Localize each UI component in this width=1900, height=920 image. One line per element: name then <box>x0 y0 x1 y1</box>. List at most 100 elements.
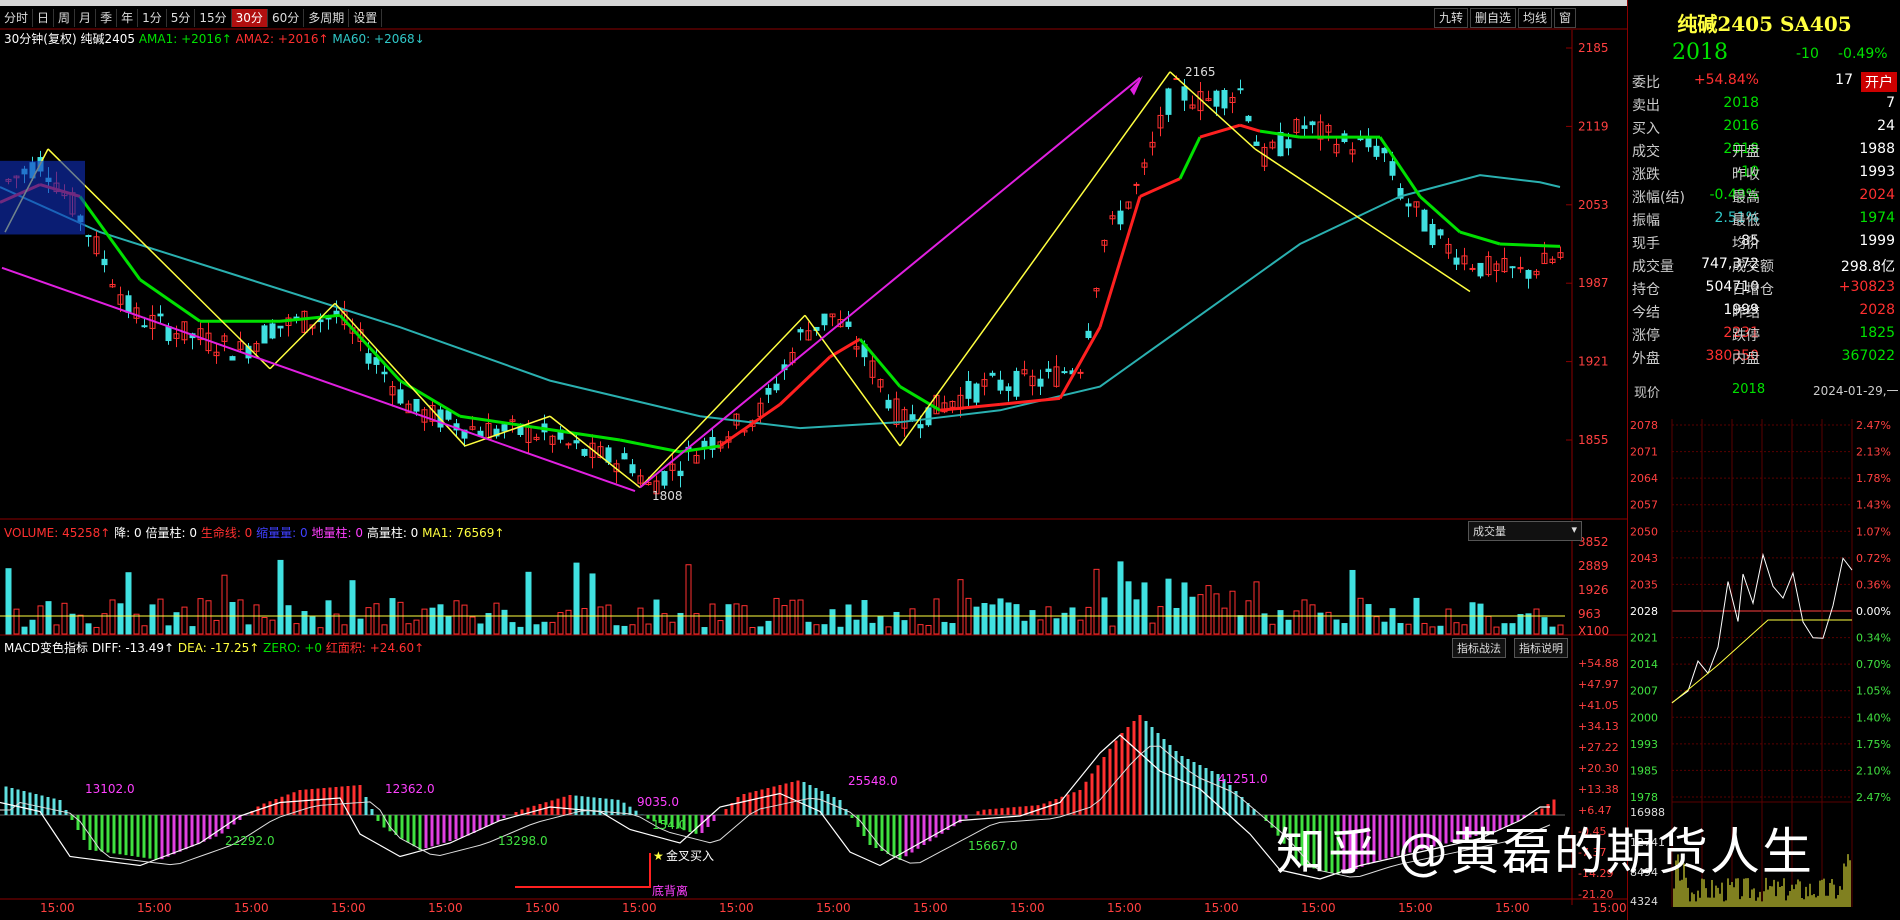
quote-price-row: 2018 -10 -0.49% <box>1628 40 1900 66</box>
ama-segment <box>1499 242 1561 248</box>
volume-indicator-dropdown[interactable]: 成交量 ▾ <box>1468 521 1582 541</box>
volume-bar <box>1341 623 1348 635</box>
candle-body <box>101 258 108 266</box>
candle-body <box>797 329 804 333</box>
volume-bar <box>909 608 916 635</box>
volume-bar <box>789 599 796 635</box>
candle-body <box>581 448 588 456</box>
volume-bar <box>93 626 100 635</box>
volume-bar <box>1117 561 1124 635</box>
volume-bar <box>29 619 36 635</box>
dropdown-label: 成交量 <box>1473 525 1506 538</box>
volume-bar <box>533 624 540 635</box>
volume-bar <box>1429 626 1436 635</box>
time-tick-label: 15:00 <box>40 901 75 915</box>
candle-body <box>1237 88 1244 91</box>
quote-row-value2: 1825 <box>1859 325 1895 341</box>
candle-body <box>821 313 828 326</box>
chart-canvas[interactable]: 2185 2119 2053 1987 1921 1855 2165 1808 3852 2889… <box>0 0 1627 920</box>
mini-price-tick: 1985 <box>1630 764 1658 777</box>
volume-bar <box>1213 593 1220 635</box>
quote-row-label2: 均价 <box>1732 236 1760 252</box>
volume-bar <box>341 624 348 635</box>
volume-bar <box>1445 608 1452 635</box>
quote-last-price: 2018 <box>1672 40 1728 65</box>
volume-bar <box>1125 581 1132 635</box>
macd-header: MACD变色指标 DIFF: -13.49↑ DEA: -17.25↑ ZERO… <box>4 639 424 656</box>
volume-bar <box>1405 623 1412 635</box>
mini-price-tick: 2078 <box>1630 419 1658 432</box>
indicator-help-button[interactable]: 指标说明 <box>1514 638 1568 658</box>
volume-diliang: 地量柱: 0 <box>311 526 363 540</box>
quote-row-label: 涨停 <box>1632 328 1660 344</box>
candle-body <box>997 379 1004 391</box>
macd-tick-label: +41.05 <box>1578 699 1619 712</box>
candle-body <box>157 313 164 317</box>
volume-bar <box>109 599 116 635</box>
mini-price-tick: 1993 <box>1630 738 1658 751</box>
volume-bar <box>189 626 196 635</box>
candle-body <box>261 325 268 344</box>
candle-body <box>125 295 132 313</box>
volume-bar <box>1021 620 1028 635</box>
volume-bar <box>141 625 148 635</box>
volume-bar <box>1277 610 1284 635</box>
volume-tick-label: 963 <box>1578 607 1601 621</box>
volume-bar <box>1053 618 1060 635</box>
volume-suoliang: 缩量量: 0 <box>256 526 308 540</box>
volume-bar <box>1557 624 1564 635</box>
volume-bar <box>1037 619 1044 635</box>
volume-bar <box>1509 623 1516 635</box>
quote-row-label: 振幅 <box>1632 213 1660 229</box>
volume-bar <box>845 604 852 635</box>
quote-row-value2: 1999 <box>1859 233 1895 249</box>
volume-bar <box>1349 569 1356 635</box>
volume-bar <box>1309 604 1316 635</box>
volume-bar <box>421 608 428 635</box>
candle-body <box>1077 371 1084 374</box>
volume-bar <box>597 606 604 635</box>
volume-bar <box>949 623 956 635</box>
time-tick-label: 15:00 <box>234 901 269 915</box>
volume-bar <box>1245 600 1252 635</box>
chevron-down-icon: ▾ <box>1571 523 1577 536</box>
volume-value: VOLUME: 45258↑ <box>4 526 111 540</box>
indicator-tactics-button[interactable]: 指标战法 <box>1452 638 1506 658</box>
volume-tick-label: 1926 <box>1578 583 1609 597</box>
volume-bar <box>229 602 236 635</box>
candle-body <box>1085 330 1092 338</box>
mini-pct-tick: 0.34% <box>1856 632 1891 645</box>
time-tick-label: 15:00 <box>525 901 560 915</box>
candle-body <box>1013 370 1020 397</box>
volume-bar <box>1237 615 1244 635</box>
volume-bar <box>653 599 660 635</box>
volume-bar <box>37 605 44 635</box>
quote-row-label: 卖出 <box>1632 98 1660 114</box>
volume-bar <box>957 579 964 635</box>
quote-row-label: 持仓 <box>1632 282 1660 298</box>
volume-bar <box>181 606 188 635</box>
candle-body <box>565 443 572 446</box>
volume-tick-label: X100 <box>1578 624 1609 638</box>
open-account-button[interactable]: 开户 <box>1861 72 1897 92</box>
volume-bar <box>549 621 556 635</box>
volume-bar <box>1197 594 1204 635</box>
ama-segment <box>1459 230 1501 246</box>
ama-segment <box>619 438 681 454</box>
volume-bar <box>293 623 300 635</box>
volume-bar <box>1005 602 1012 635</box>
volume-bar <box>1229 590 1236 635</box>
now-price-row: 现价 2018 2024-01-29,一 <box>1628 380 1900 402</box>
volume-bar <box>669 621 676 635</box>
volume-bar <box>493 602 500 635</box>
quote-row: 卖出 2018 7 <box>1628 93 1900 115</box>
quote-row-value2: +30823 <box>1838 279 1895 295</box>
macd-area-label: 15667.0 <box>968 839 1018 853</box>
candle-body <box>1437 229 1444 236</box>
volume-bar <box>1501 623 1508 635</box>
macd-red-area: 红面积: +24.60↑ <box>325 641 425 655</box>
volume-bar <box>149 604 156 635</box>
volume-bar <box>1437 625 1444 635</box>
volume-bar <box>1045 606 1052 635</box>
price-tick-label: 1987 <box>1578 276 1609 290</box>
